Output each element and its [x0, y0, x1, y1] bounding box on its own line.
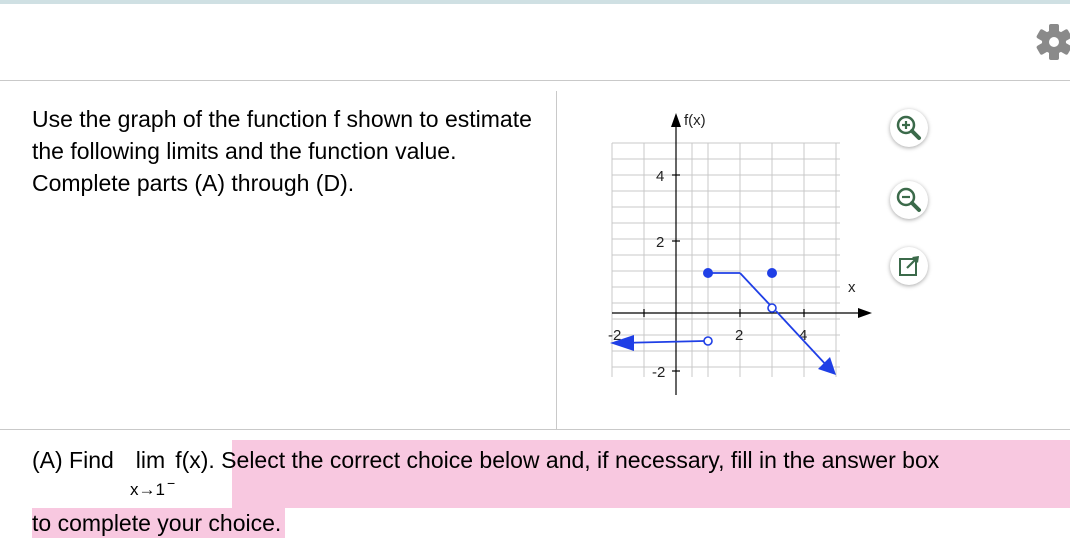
popout-icon [899, 256, 919, 276]
graph-axes [612, 113, 872, 395]
question-line-1: (A) Find lim f(x). Select the correct choi… [32, 440, 939, 480]
x-axis-label: x [848, 279, 856, 296]
y-tick-label: 4 [656, 168, 664, 185]
function-graph: f(x) x -2 2 4 4 2 -2 [608, 112, 872, 395]
gear-icon[interactable] [1036, 22, 1070, 62]
y-axis-label: f(x) [684, 112, 706, 129]
y-tick-label: 2 [656, 234, 664, 251]
limit-function: f(x) [175, 447, 209, 473]
zoom-in-icon [896, 115, 921, 140]
curve-descending-segment [739, 272, 771, 306]
open-point [703, 336, 713, 346]
question-line-2: to complete your choice. [32, 508, 286, 538]
limit-approach: x→1 [130, 480, 165, 499]
closed-point [703, 268, 713, 278]
open-point [767, 303, 777, 313]
instructions-text: Use the graph of the function f shown to… [32, 106, 532, 196]
top-accent-bar [0, 0, 1070, 4]
limit-subscript: x→1− [130, 475, 175, 500]
zoom-in-button[interactable] [890, 109, 928, 147]
part-prefix: (A) Find [32, 447, 114, 473]
popout-button[interactable] [890, 247, 928, 285]
highlighted-instruction: . Select the correct choice below and, i… [208, 447, 940, 473]
panel-divider [556, 91, 557, 429]
left-hand-minus: − [166, 475, 176, 491]
limit-word: lim [135, 447, 166, 473]
zoom-out-icon [896, 187, 921, 212]
graph-labels: f(x) x -2 2 4 4 2 -2 [608, 112, 856, 381]
question-divider [0, 429, 1070, 430]
y-tick-label: -2 [652, 364, 665, 381]
closed-point [767, 268, 777, 278]
x-tick-label: 2 [735, 327, 743, 344]
zoom-out-button[interactable] [890, 181, 928, 219]
